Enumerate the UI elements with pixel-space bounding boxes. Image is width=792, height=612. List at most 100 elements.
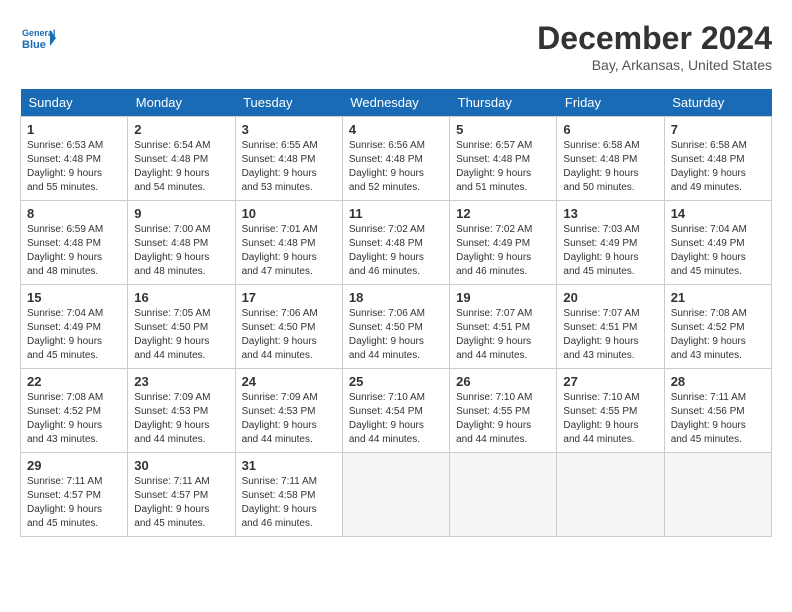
day-number: 3 [242, 122, 336, 137]
day-number: 22 [27, 374, 121, 389]
cell-week2-day4: 12 Sunrise: 7:02 AM Sunset: 4:49 PM Dayl… [450, 201, 557, 285]
day-number: 26 [456, 374, 550, 389]
day-number: 21 [671, 290, 765, 305]
day-info: Sunrise: 7:11 AM Sunset: 4:57 PM Dayligh… [27, 475, 121, 531]
cell-week2-day1: 9 Sunrise: 7:00 AM Sunset: 4:48 PM Dayli… [128, 201, 235, 285]
page-header: General Blue December 2024 Bay, Arkansas… [20, 20, 772, 73]
day-number: 2 [134, 122, 228, 137]
day-number: 4 [349, 122, 443, 137]
day-info: Sunrise: 6:58 AM Sunset: 4:48 PM Dayligh… [563, 139, 657, 195]
cell-week4-day4: 26 Sunrise: 7:10 AM Sunset: 4:55 PM Dayl… [450, 369, 557, 453]
day-info: Sunrise: 6:58 AM Sunset: 4:48 PM Dayligh… [671, 139, 765, 195]
day-info: Sunrise: 7:09 AM Sunset: 4:53 PM Dayligh… [134, 391, 228, 447]
header-wednesday: Wednesday [342, 89, 449, 117]
day-number: 31 [242, 458, 336, 473]
day-info: Sunrise: 7:08 AM Sunset: 4:52 PM Dayligh… [27, 391, 121, 447]
day-number: 12 [456, 206, 550, 221]
day-info: Sunrise: 7:02 AM Sunset: 4:48 PM Dayligh… [349, 223, 443, 279]
day-info: Sunrise: 7:06 AM Sunset: 4:50 PM Dayligh… [242, 307, 336, 363]
cell-week2-day2: 10 Sunrise: 7:01 AM Sunset: 4:48 PM Dayl… [235, 201, 342, 285]
cell-week1-day5: 6 Sunrise: 6:58 AM Sunset: 4:48 PM Dayli… [557, 117, 664, 201]
cell-week1-day0: 1 Sunrise: 6:53 AM Sunset: 4:48 PM Dayli… [21, 117, 128, 201]
day-number: 6 [563, 122, 657, 137]
cell-week4-day2: 24 Sunrise: 7:09 AM Sunset: 4:53 PM Dayl… [235, 369, 342, 453]
cell-week3-day6: 21 Sunrise: 7:08 AM Sunset: 4:52 PM Dayl… [664, 285, 771, 369]
day-number: 19 [456, 290, 550, 305]
day-info: Sunrise: 6:53 AM Sunset: 4:48 PM Dayligh… [27, 139, 121, 195]
header-tuesday: Tuesday [235, 89, 342, 117]
day-info: Sunrise: 7:07 AM Sunset: 4:51 PM Dayligh… [563, 307, 657, 363]
day-number: 15 [27, 290, 121, 305]
cell-week4-day5: 27 Sunrise: 7:10 AM Sunset: 4:55 PM Dayl… [557, 369, 664, 453]
cell-week3-day4: 19 Sunrise: 7:07 AM Sunset: 4:51 PM Dayl… [450, 285, 557, 369]
cell-week3-day3: 18 Sunrise: 7:06 AM Sunset: 4:50 PM Dayl… [342, 285, 449, 369]
cell-week5-day5 [557, 453, 664, 537]
cell-week4-day1: 23 Sunrise: 7:09 AM Sunset: 4:53 PM Dayl… [128, 369, 235, 453]
svg-text:Blue: Blue [22, 39, 46, 51]
day-info: Sunrise: 7:03 AM Sunset: 4:49 PM Dayligh… [563, 223, 657, 279]
title-section: December 2024 Bay, Arkansas, United Stat… [537, 20, 772, 73]
day-info: Sunrise: 7:10 AM Sunset: 4:55 PM Dayligh… [563, 391, 657, 447]
cell-week3-day0: 15 Sunrise: 7:04 AM Sunset: 4:49 PM Dayl… [21, 285, 128, 369]
day-number: 27 [563, 374, 657, 389]
cell-week5-day1: 30 Sunrise: 7:11 AM Sunset: 4:57 PM Dayl… [128, 453, 235, 537]
day-info: Sunrise: 7:02 AM Sunset: 4:49 PM Dayligh… [456, 223, 550, 279]
cell-week1-day6: 7 Sunrise: 6:58 AM Sunset: 4:48 PM Dayli… [664, 117, 771, 201]
header-friday: Friday [557, 89, 664, 117]
day-number: 7 [671, 122, 765, 137]
day-number: 11 [349, 206, 443, 221]
day-info: Sunrise: 6:59 AM Sunset: 4:48 PM Dayligh… [27, 223, 121, 279]
logo: General Blue [20, 20, 56, 56]
day-info: Sunrise: 7:04 AM Sunset: 4:49 PM Dayligh… [27, 307, 121, 363]
day-info: Sunrise: 7:06 AM Sunset: 4:50 PM Dayligh… [349, 307, 443, 363]
day-number: 25 [349, 374, 443, 389]
day-number: 5 [456, 122, 550, 137]
day-number: 20 [563, 290, 657, 305]
day-info: Sunrise: 7:04 AM Sunset: 4:49 PM Dayligh… [671, 223, 765, 279]
cell-week2-day5: 13 Sunrise: 7:03 AM Sunset: 4:49 PM Dayl… [557, 201, 664, 285]
cell-week3-day2: 17 Sunrise: 7:06 AM Sunset: 4:50 PM Dayl… [235, 285, 342, 369]
day-info: Sunrise: 7:08 AM Sunset: 4:52 PM Dayligh… [671, 307, 765, 363]
day-number: 1 [27, 122, 121, 137]
cell-week5-day2: 31 Sunrise: 7:11 AM Sunset: 4:58 PM Dayl… [235, 453, 342, 537]
cell-week4-day6: 28 Sunrise: 7:11 AM Sunset: 4:56 PM Dayl… [664, 369, 771, 453]
cell-week5-day3 [342, 453, 449, 537]
day-info: Sunrise: 6:54 AM Sunset: 4:48 PM Dayligh… [134, 139, 228, 195]
location: Bay, Arkansas, United States [537, 57, 772, 73]
cell-week3-day1: 16 Sunrise: 7:05 AM Sunset: 4:50 PM Dayl… [128, 285, 235, 369]
day-info: Sunrise: 7:00 AM Sunset: 4:48 PM Dayligh… [134, 223, 228, 279]
cell-week1-day4: 5 Sunrise: 6:57 AM Sunset: 4:48 PM Dayli… [450, 117, 557, 201]
cell-week2-day0: 8 Sunrise: 6:59 AM Sunset: 4:48 PM Dayli… [21, 201, 128, 285]
day-number: 28 [671, 374, 765, 389]
day-info: Sunrise: 7:05 AM Sunset: 4:50 PM Dayligh… [134, 307, 228, 363]
day-info: Sunrise: 7:09 AM Sunset: 4:53 PM Dayligh… [242, 391, 336, 447]
header-sunday: Sunday [21, 89, 128, 117]
month-title: December 2024 [537, 20, 772, 57]
cell-week5-day4 [450, 453, 557, 537]
day-number: 14 [671, 206, 765, 221]
day-info: Sunrise: 7:11 AM Sunset: 4:58 PM Dayligh… [242, 475, 336, 531]
cell-week1-day1: 2 Sunrise: 6:54 AM Sunset: 4:48 PM Dayli… [128, 117, 235, 201]
day-info: Sunrise: 7:10 AM Sunset: 4:55 PM Dayligh… [456, 391, 550, 447]
day-info: Sunrise: 7:01 AM Sunset: 4:48 PM Dayligh… [242, 223, 336, 279]
day-info: Sunrise: 7:11 AM Sunset: 4:56 PM Dayligh… [671, 391, 765, 447]
calendar-table: SundayMondayTuesdayWednesdayThursdayFrid… [20, 89, 772, 537]
day-number: 16 [134, 290, 228, 305]
day-number: 8 [27, 206, 121, 221]
day-number: 29 [27, 458, 121, 473]
day-info: Sunrise: 6:56 AM Sunset: 4:48 PM Dayligh… [349, 139, 443, 195]
cell-week2-day3: 11 Sunrise: 7:02 AM Sunset: 4:48 PM Dayl… [342, 201, 449, 285]
day-info: Sunrise: 6:55 AM Sunset: 4:48 PM Dayligh… [242, 139, 336, 195]
day-number: 17 [242, 290, 336, 305]
header-saturday: Saturday [664, 89, 771, 117]
day-number: 23 [134, 374, 228, 389]
header-thursday: Thursday [450, 89, 557, 117]
day-number: 24 [242, 374, 336, 389]
day-number: 30 [134, 458, 228, 473]
day-number: 13 [563, 206, 657, 221]
cell-week4-day3: 25 Sunrise: 7:10 AM Sunset: 4:54 PM Dayl… [342, 369, 449, 453]
day-info: Sunrise: 6:57 AM Sunset: 4:48 PM Dayligh… [456, 139, 550, 195]
cell-week3-day5: 20 Sunrise: 7:07 AM Sunset: 4:51 PM Dayl… [557, 285, 664, 369]
day-info: Sunrise: 7:11 AM Sunset: 4:57 PM Dayligh… [134, 475, 228, 531]
cell-week2-day6: 14 Sunrise: 7:04 AM Sunset: 4:49 PM Dayl… [664, 201, 771, 285]
